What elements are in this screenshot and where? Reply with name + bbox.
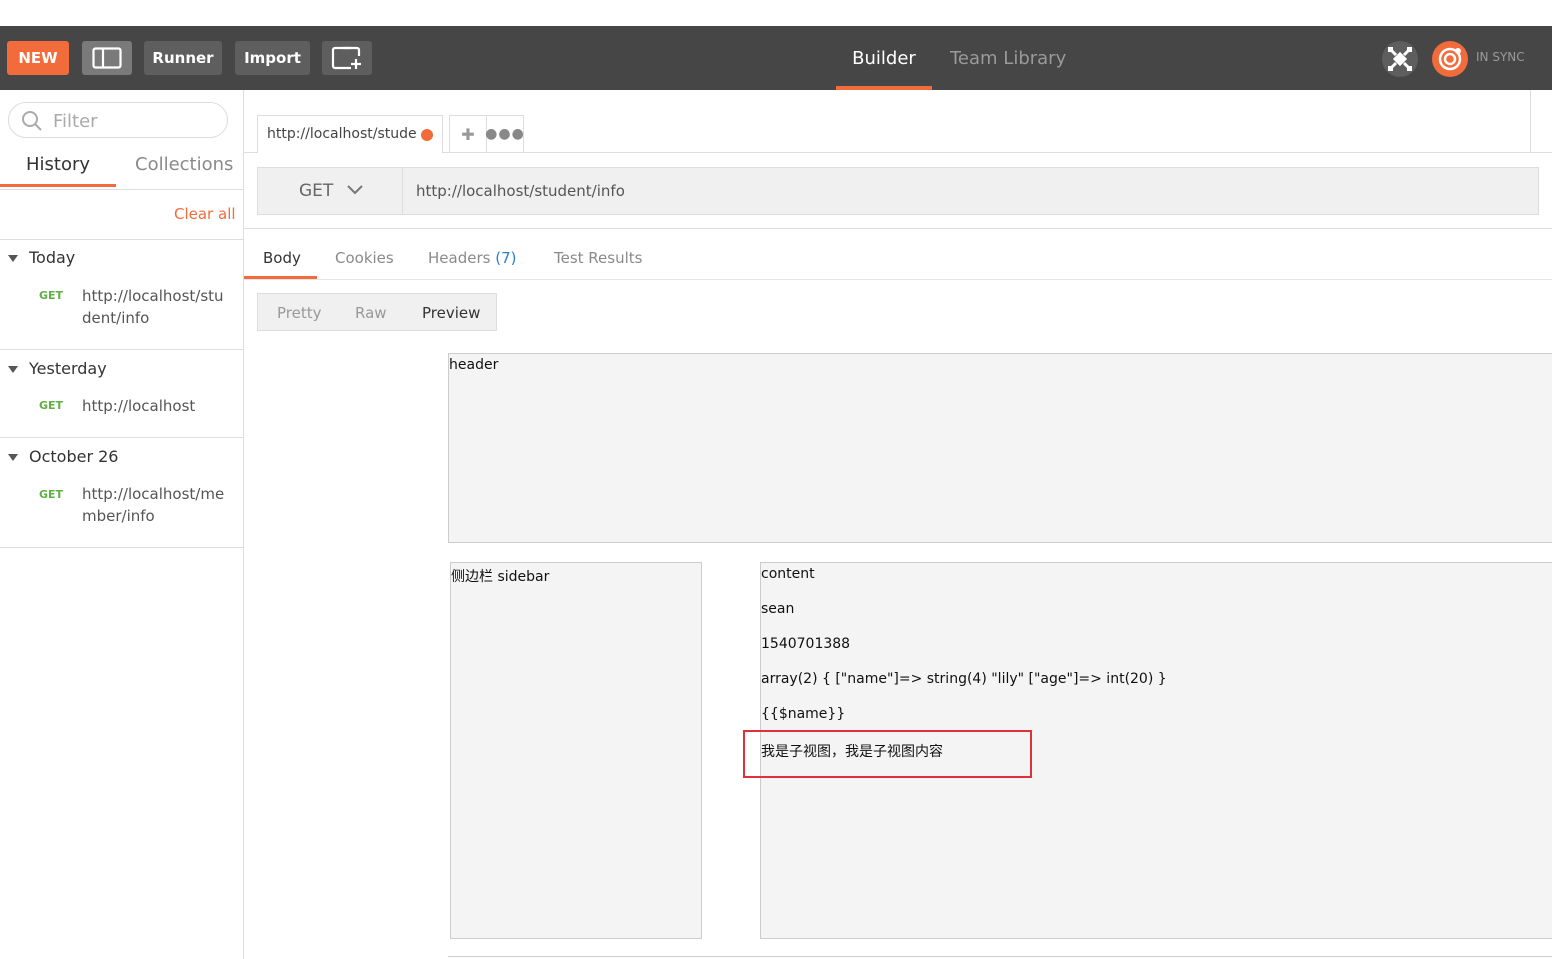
- preview-content-line: sean: [761, 601, 795, 617]
- add-tab-button[interactable]: ✚: [449, 115, 487, 153]
- view-pretty-button[interactable]: Pretty: [277, 304, 322, 322]
- new-button[interactable]: NEW: [7, 41, 69, 75]
- preview-header-block: header: [448, 353, 1552, 543]
- tab-body[interactable]: Body: [263, 249, 301, 267]
- preview-footer-edge: [448, 956, 1552, 957]
- tab-team-library[interactable]: Team Library: [950, 26, 1066, 90]
- history-group-today[interactable]: Today: [8, 248, 75, 267]
- divider: [1530, 90, 1531, 152]
- divider: [244, 279, 1552, 280]
- ellipsis-icon: ●●●: [485, 126, 525, 142]
- caret-down-icon: [8, 255, 18, 262]
- headers-count-badge: (7): [495, 249, 517, 267]
- top-toolbar: NEW Runner Import Builder Team Library I…: [0, 26, 1552, 90]
- preview-content-line: content: [761, 566, 815, 582]
- tab-test-results[interactable]: Test Results: [554, 249, 642, 267]
- chevron-down-icon: [347, 183, 364, 199]
- active-tab-underline: [836, 86, 932, 90]
- divider: [0, 239, 243, 240]
- toggle-sidebar-button[interactable]: [82, 41, 132, 75]
- history-item-url[interactable]: http://localhost/member/info: [82, 483, 232, 527]
- tab-builder[interactable]: Builder: [836, 26, 932, 90]
- method-value: GET: [299, 181, 334, 201]
- plus-icon: ✚: [461, 124, 475, 144]
- preview-content-line: {{$name}}: [761, 706, 846, 722]
- tab-headers[interactable]: Headers (7): [428, 249, 516, 267]
- new-window-icon: [331, 46, 361, 70]
- caret-down-icon: [8, 366, 18, 373]
- preview-sidebar-block: 侧边栏 sidebar: [450, 562, 702, 939]
- method-badge: GET: [39, 289, 64, 302]
- filter-input[interactable]: [51, 109, 225, 133]
- sync-status: IN SYNC: [1476, 50, 1525, 64]
- preview-content-line: 1540701388: [761, 636, 851, 652]
- view-raw-button[interactable]: Raw: [355, 304, 387, 322]
- preview-sidebar-text: 侧边栏 sidebar: [451, 569, 550, 585]
- runner-button[interactable]: Runner: [144, 41, 222, 75]
- unsaved-dot-icon: [421, 129, 433, 141]
- more-tabs-button[interactable]: ●●●: [485, 115, 525, 153]
- tab-label: Headers: [428, 249, 491, 267]
- new-window-button[interactable]: [322, 41, 372, 75]
- sync-icon: [1438, 47, 1462, 71]
- clear-all-link[interactable]: Clear all: [174, 205, 236, 223]
- method-badge: GET: [39, 399, 64, 412]
- satellite-icon: [1388, 47, 1412, 71]
- divider: [0, 437, 243, 438]
- annotation-highlight-box: [743, 730, 1032, 778]
- tab-cookies[interactable]: Cookies: [335, 249, 394, 267]
- method-select[interactable]: GET: [257, 167, 403, 215]
- interceptor-button[interactable]: [1382, 41, 1418, 77]
- filter-box[interactable]: [8, 102, 228, 138]
- history-item-url[interactable]: http://localhost/student/info: [82, 285, 232, 329]
- sync-button[interactable]: [1432, 41, 1468, 77]
- view-mode-toggle: Pretty Raw Preview: [257, 293, 497, 331]
- url-value: http://localhost/student/info: [416, 182, 625, 200]
- url-input[interactable]: http://localhost/student/info: [402, 167, 1539, 215]
- divider: [244, 228, 1552, 229]
- group-title: Yesterday: [29, 359, 107, 378]
- group-title: Today: [29, 248, 76, 267]
- import-button[interactable]: Import: [235, 41, 310, 75]
- divider: [0, 189, 243, 190]
- divider: [0, 547, 243, 548]
- tab-history[interactable]: History: [26, 154, 90, 175]
- method-badge: GET: [39, 488, 64, 501]
- view-preview-button[interactable]: Preview: [422, 304, 480, 322]
- request-tab[interactable]: http://localhost/stude: [257, 115, 443, 153]
- history-item-url[interactable]: http://localhost: [82, 395, 232, 417]
- preview-header-text: header: [449, 357, 499, 373]
- tab-collections[interactable]: Collections: [135, 154, 233, 175]
- history-group-yesterday[interactable]: Yesterday: [8, 359, 107, 378]
- group-title: October 26: [29, 447, 119, 466]
- request-tab-label: http://localhost/stude: [267, 126, 417, 142]
- sidebar-layout-icon: [92, 47, 122, 69]
- history-group-october-26[interactable]: October 26: [8, 447, 118, 466]
- preview-content-line: array(2) { ["name"]=> string(4) "lily" […: [761, 671, 1167, 687]
- caret-down-icon: [8, 454, 18, 461]
- search-icon: [22, 111, 42, 131]
- divider: [0, 349, 243, 350]
- active-tab-underline: [0, 184, 116, 187]
